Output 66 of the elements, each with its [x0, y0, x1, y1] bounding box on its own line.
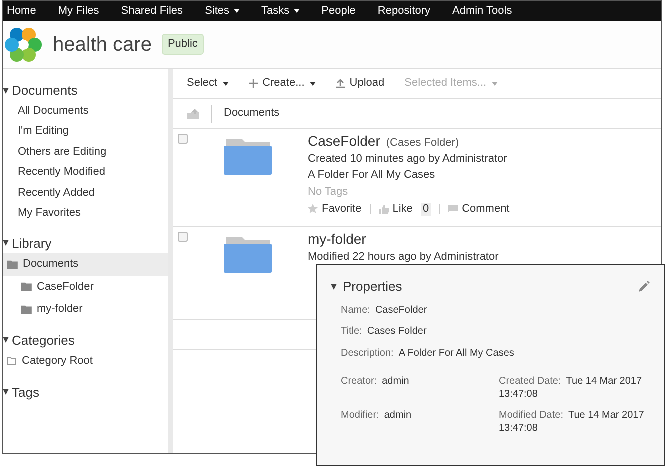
nav-link[interactable]: Tasks [262, 2, 300, 20]
property-field: Creator: admin [341, 376, 499, 401]
nav-link[interactable]: Admin Tools [452, 2, 512, 20]
category-icon [7, 356, 17, 366]
folder-icon [7, 260, 18, 269]
folder-icon [21, 282, 32, 292]
checkbox[interactable] [178, 134, 188, 144]
filter-link[interactable]: All Documents [3, 100, 168, 121]
property-field: Created Date: Tue 14 Mar 2017 13:47:08 [499, 376, 649, 401]
nav-link[interactable]: People [322, 2, 356, 20]
comment-icon [448, 205, 458, 214]
section-header[interactable]: Documents [3, 81, 168, 100]
caret-icon [310, 82, 316, 86]
document-name[interactable]: CaseFolder [308, 133, 380, 150]
site-title: health care [53, 32, 152, 58]
property-field: Modified Date: Tue 14 Mar 2017 13:47:08 [499, 410, 649, 435]
document-title: (Cases Folder) [386, 137, 460, 150]
caret-icon [222, 82, 229, 86]
caret-icon [294, 9, 300, 13]
property-field: Title: Cases Folder [341, 326, 641, 338]
checkbox[interactable] [178, 232, 188, 242]
filter-link[interactable]: Others are Editing [3, 142, 168, 162]
filter-link[interactable]: Recently Modified [3, 162, 168, 182]
edit-icon[interactable] [639, 281, 650, 292]
toolbar-button[interactable]: Upload [336, 75, 385, 92]
document-description: A Folder For All My Cases [308, 169, 436, 183]
filter-link[interactable]: Recently Added [3, 182, 168, 203]
document-name[interactable]: my-folder [308, 231, 366, 248]
favorite-link[interactable]: Favorite [308, 202, 362, 216]
caret-icon [234, 9, 240, 13]
modified-info: Modified 22 hours ago by Administrator [308, 250, 499, 264]
folder-icon [21, 304, 32, 314]
filter-link[interactable]: I'm Editing [3, 121, 168, 142]
upload-icon [336, 79, 345, 88]
panel-title: Properties [343, 278, 402, 296]
visibility-tag: Public [162, 34, 204, 55]
like-count: 0 [420, 202, 432, 216]
caret-icon [492, 82, 498, 86]
nav-link[interactable]: Home [7, 2, 36, 20]
toolbar-button[interactable]: Create... [248, 75, 316, 92]
thumbs-up-icon [378, 204, 389, 214]
section-header[interactable]: Library [3, 234, 168, 253]
tree-item[interactable]: CaseFolder [3, 276, 168, 298]
filter-link[interactable]: My Favorites [3, 203, 168, 224]
star-icon [308, 204, 318, 214]
nav-link[interactable]: My Files [58, 2, 100, 20]
caret-icon[interactable] [331, 284, 337, 290]
breadcrumb: Documents [224, 106, 280, 122]
section-header[interactable]: Categories [3, 330, 168, 350]
nav-link[interactable]: Sites [205, 2, 240, 20]
section-header[interactable]: Tags [3, 382, 168, 402]
tree-item[interactable]: Category Root [3, 350, 168, 372]
modified-info: Created 10 minutes ago by Administrator [308, 153, 508, 166]
nav-link[interactable]: Shared Files [121, 2, 184, 20]
comment-link[interactable]: Comment [448, 202, 510, 216]
tags-label: No Tags [308, 186, 350, 199]
property-field: Modifier: admin [341, 410, 499, 435]
property-field: Description: A Folder For All My Cases [341, 348, 641, 360]
plus-icon [248, 79, 258, 88]
parent-folder-icon[interactable] [187, 108, 199, 118]
like-link[interactable]: Like [378, 202, 413, 216]
toolbar-button[interactable]: Select [187, 75, 229, 92]
tree-item[interactable]: Documents [3, 253, 168, 276]
nav-link[interactable]: Repository [378, 2, 430, 20]
tree-item[interactable]: my-folder [3, 298, 168, 320]
property-field: Name: CaseFolder [341, 304, 641, 317]
